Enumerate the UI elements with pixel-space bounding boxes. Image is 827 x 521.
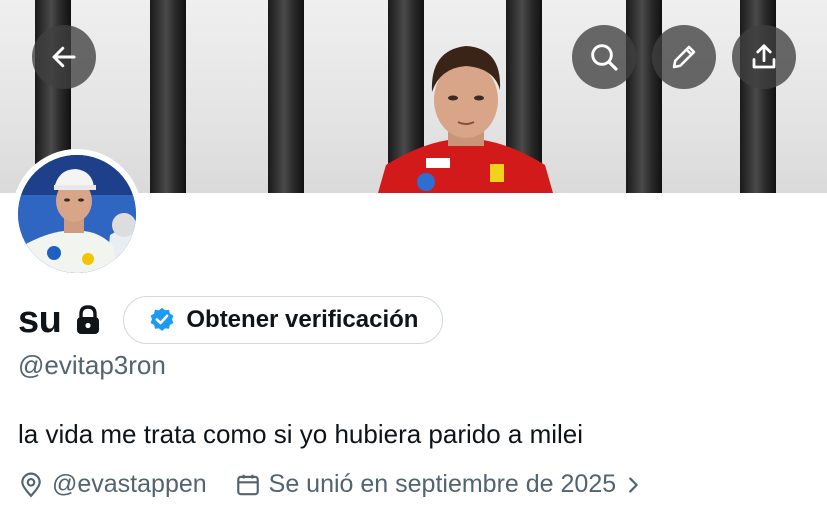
joined-date-text: Se unió en septiembre de 2025 (268, 470, 617, 498)
jail-bar (268, 0, 304, 193)
edit-button[interactable] (652, 25, 716, 89)
jail-bar (150, 0, 186, 193)
search-icon (591, 44, 618, 71)
back-button[interactable] (32, 25, 96, 89)
verified-badge-icon (150, 307, 174, 331)
location-item[interactable]: @evastappen (18, 470, 207, 499)
avatar-image (18, 155, 136, 273)
profile-name-row: su Obtener verificación (18, 296, 444, 344)
share-icon (752, 44, 776, 69)
location-text: @evastappen (52, 470, 207, 498)
search-button[interactable] (572, 25, 636, 89)
calendar-icon (236, 474, 259, 495)
jail-bar (626, 0, 662, 193)
user-handle: @evitap3ron (18, 350, 166, 380)
display-name: su (18, 299, 62, 341)
get-verified-label: Obtener verificación (186, 306, 419, 333)
lock-icon (75, 305, 101, 335)
share-button[interactable] (732, 25, 796, 89)
profile-banner[interactable] (0, 0, 827, 193)
chevron-right-icon (629, 476, 638, 493)
profile-bio: la vida me trata como si yo hubiera pari… (18, 419, 584, 449)
avatar[interactable] (12, 149, 142, 279)
get-verified-button[interactable]: Obtener verificación (123, 296, 444, 344)
location-pin-icon (21, 472, 41, 497)
banner-person-image (378, 46, 553, 193)
arrow-left-icon (52, 46, 76, 68)
pencil-icon (672, 45, 696, 69)
profile-meta: @evastappen Se unió en septiembre de 202… (18, 470, 652, 499)
joined-date-item[interactable]: Se unió en septiembre de 2025 (235, 470, 652, 499)
